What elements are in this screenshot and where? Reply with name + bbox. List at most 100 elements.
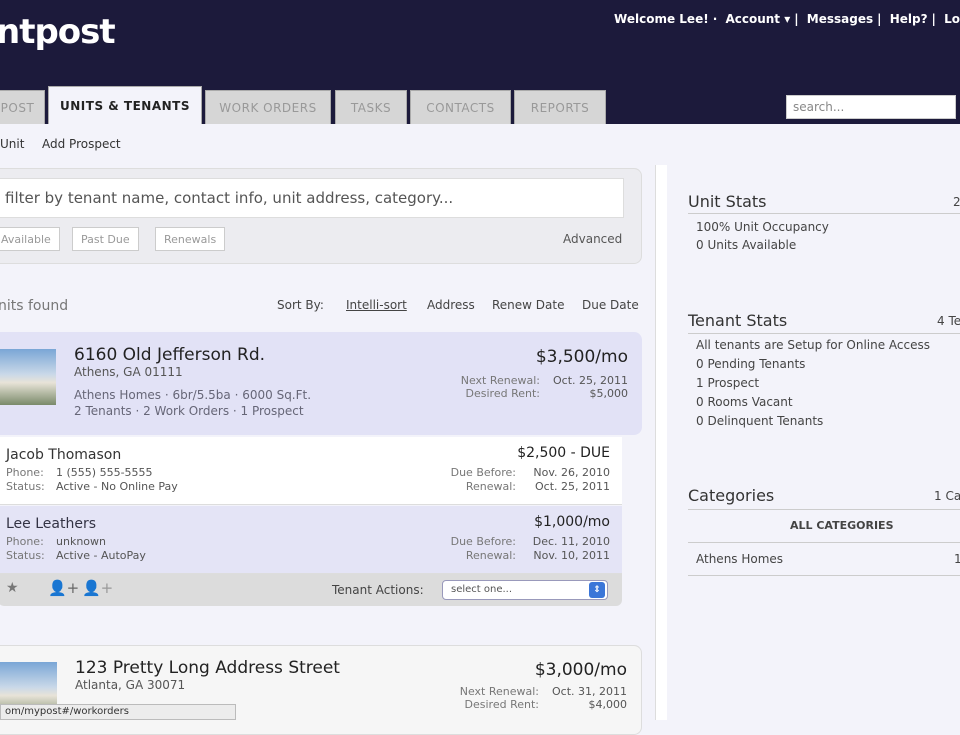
unit-city: Atlanta, GA 30071 <box>75 678 186 692</box>
search-input[interactable]: search... <box>786 95 956 119</box>
desired-rent: $5,000 <box>589 387 629 400</box>
divider <box>688 213 960 214</box>
sort-renew-date[interactable]: Renew Date <box>492 298 564 312</box>
unit-counts: 2 Tenants · 2 Work Orders · 1 Prospect <box>74 404 304 418</box>
add-prospect-link[interactable]: Add Prospect <box>42 137 121 151</box>
category-count: 1 <box>954 552 960 566</box>
tenant-name[interactable]: Lee Leathers <box>6 516 96 532</box>
unit-card[interactable]: 6160 Old Jefferson Rd. Athens, GA 01111 … <box>0 332 642 435</box>
tenant-name[interactable]: Jacob Thomason <box>6 447 121 463</box>
unit-address[interactable]: 6160 Old Jefferson Rd. <box>74 345 265 365</box>
star-icon[interactable]: ★ <box>6 580 19 596</box>
tenant-actions-label: Tenant Actions: <box>332 583 424 597</box>
sort-by-label: Sort By: <box>277 298 324 312</box>
due-label: Due Before: <box>450 535 516 548</box>
status-bar-url: om/mypost#/workorders <box>0 704 236 720</box>
welcome-text: Welcome Lee! <box>614 12 709 26</box>
status-label: Status: <box>6 480 45 493</box>
all-categories-link[interactable]: ALL CATEGORIES <box>790 519 894 532</box>
tenant-row[interactable]: Lee Leathers Phone: unknown Status: Acti… <box>0 506 622 574</box>
unit-card[interactable]: 123 Pretty Long Address Street Atlanta, … <box>0 645 642 735</box>
tenant-actions-bar: ★ 👤+ 👤+ Tenant Actions: select one... ⇕ <box>0 574 622 606</box>
stat-item: 1 Prospect <box>696 376 760 390</box>
divider <box>688 575 960 576</box>
stat-item: 0 Delinquent Tenants <box>696 414 824 428</box>
tab-mypost[interactable]: POST <box>0 90 45 124</box>
tenant-phone: unknown <box>56 535 106 548</box>
column-divider <box>655 165 667 720</box>
tenant-row[interactable]: Jacob Thomason Phone: 1 (555) 555-5555 S… <box>0 437 622 505</box>
select-value: select one... <box>451 584 513 595</box>
unit-price: $3,000/mo <box>534 660 627 680</box>
unit-stats-count: 2 <box>953 195 960 209</box>
sort-address[interactable]: Address <box>427 298 475 312</box>
header: ntpost Welcome Lee! · Account ▾ | Messages… <box>0 0 960 124</box>
due-date: Dec. 11, 2010 <box>532 535 610 548</box>
category-item[interactable]: Athens Homes <box>696 552 783 566</box>
unit-stats-title: Unit Stats <box>688 192 767 211</box>
add-unit-link[interactable]: Unit <box>0 137 24 151</box>
tab-work-orders[interactable]: WORK ORDERS <box>205 90 331 124</box>
add-prospect-icon[interactable]: 👤+ <box>82 579 113 597</box>
tenant-stats-count: 4 Te <box>937 314 960 328</box>
add-tenant-icon[interactable]: 👤+ <box>48 579 79 597</box>
due-date: Nov. 26, 2010 <box>533 466 610 479</box>
renewal-date: Oct. 31, 2011 <box>552 685 627 698</box>
filter-input[interactable]: filter by tenant name, contact info, uni… <box>0 178 624 218</box>
desired-rent: $4,000 <box>588 698 628 711</box>
tenant-status: Active - AutoPay <box>56 549 146 562</box>
stat-item: 100% Unit Occupancy <box>696 220 829 234</box>
units-found: nits found <box>0 298 69 314</box>
tenant-phone: 1 (555) 555-5555 <box>56 466 153 479</box>
renewal-label: Next Renewal: <box>459 685 539 698</box>
divider <box>688 333 960 334</box>
tenant-status: Active - No Online Pay <box>56 480 178 493</box>
tab-reports[interactable]: REPORTS <box>514 90 606 124</box>
categories-count: 1 Ca <box>934 489 960 503</box>
categories-title: Categories <box>688 486 775 505</box>
renewal-date: Nov. 10, 2011 <box>533 549 610 562</box>
stat-item: All tenants are Setup for Online Access <box>696 338 930 352</box>
renewal-date: Oct. 25, 2011 <box>553 374 628 387</box>
top-links: Welcome Lee! · Account ▾ | Messages | Help?… <box>614 12 960 26</box>
divider <box>688 542 960 543</box>
stat-item: 0 Rooms Vacant <box>696 395 793 409</box>
renewal-label: Renewal: <box>465 480 516 493</box>
unit-city: Athens, GA 01111 <box>74 365 183 379</box>
tenant-amount: $2,500 - DUE <box>517 445 610 461</box>
renewal-label: Next Renewal: <box>460 374 540 387</box>
chip-past-due[interactable]: Past Due <box>72 227 139 251</box>
tab-units-tenants[interactable]: UNITS & TENANTS <box>48 86 202 124</box>
tab-contacts[interactable]: CONTACTS <box>410 90 511 124</box>
help-link[interactable]: Help? <box>890 12 928 26</box>
logo: ntpost <box>0 12 116 52</box>
account-menu[interactable]: Account ▾ <box>725 12 790 26</box>
tab-tasks[interactable]: TASKS <box>335 90 407 124</box>
stat-item: 0 Pending Tenants <box>696 357 806 371</box>
stat-item: 0 Units Available <box>696 238 797 252</box>
chip-available[interactable]: Available <box>0 227 60 251</box>
sort-due-date[interactable]: Due Date <box>582 298 639 312</box>
desired-rent-label: Desired Rent: <box>465 387 540 400</box>
renewal-label: Renewal: <box>465 549 516 562</box>
due-label: Due Before: <box>450 466 516 479</box>
desired-rent-label: Desired Rent: <box>464 698 539 711</box>
renewal-date: Oct. 25, 2011 <box>535 480 610 493</box>
unit-address[interactable]: 123 Pretty Long Address Street <box>75 658 340 678</box>
unit-price: $3,500/mo <box>535 347 628 367</box>
divider <box>688 509 960 510</box>
sort-intellisort[interactable]: Intelli-sort <box>346 298 407 312</box>
messages-link[interactable]: Messages <box>807 12 873 26</box>
logout-link[interactable]: Lo <box>944 12 960 26</box>
tenant-actions-select[interactable]: select one... ⇕ <box>442 580 608 600</box>
unit-photo[interactable] <box>0 349 56 405</box>
advanced-link[interactable]: Advanced <box>563 232 622 246</box>
tenant-amount: $1,000/mo <box>534 514 610 530</box>
unit-details: Athens Homes · 6br/5.5ba · 6000 Sq.Ft. <box>74 388 312 402</box>
chip-renewals[interactable]: Renewals <box>155 227 226 251</box>
phone-label: Phone: <box>6 535 44 548</box>
tenant-stats-title: Tenant Stats <box>688 311 788 330</box>
select-arrows-icon: ⇕ <box>589 582 605 598</box>
status-label: Status: <box>6 549 45 562</box>
phone-label: Phone: <box>6 466 44 479</box>
